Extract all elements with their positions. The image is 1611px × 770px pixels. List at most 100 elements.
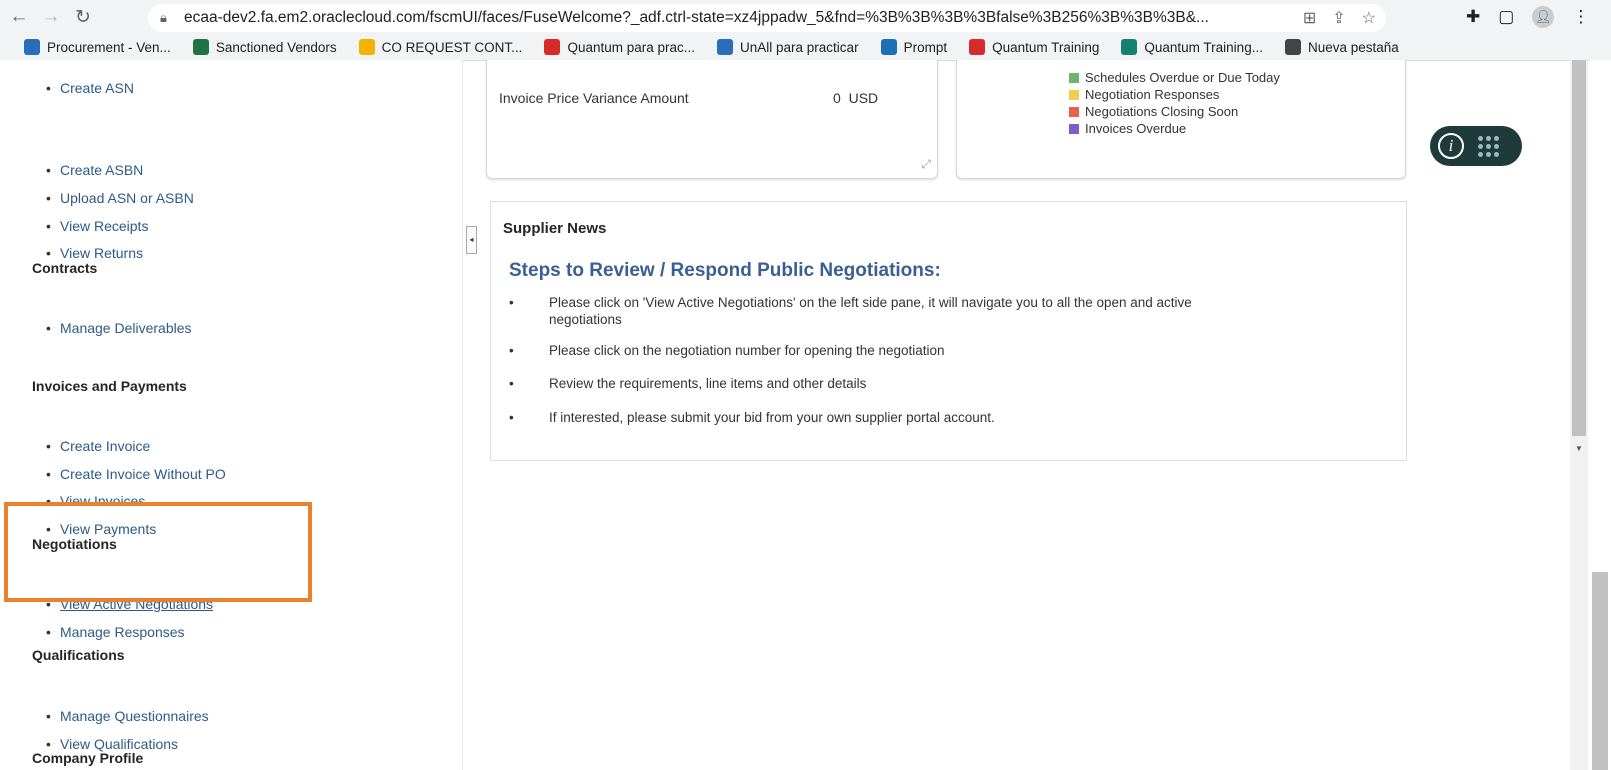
legend-label: Schedules Overdue or Due Today — [1085, 70, 1280, 85]
info-icon[interactable]: i — [1438, 133, 1464, 159]
bookmark-label: Quantum para prac... — [567, 39, 696, 55]
sidebar-section-title: Contracts — [32, 260, 98, 276]
legend-swatch — [1069, 72, 1079, 83]
bookmark-favicon-icon — [544, 39, 561, 55]
bookmark-item[interactable]: Prompt — [880, 39, 948, 55]
translate-icon[interactable]: ⊞ — [1303, 8, 1316, 28]
bookmark-favicon-icon — [358, 39, 375, 55]
sidebar-link[interactable]: Manage Questionnaires — [46, 708, 209, 724]
sidebar-navigation: Create ASN Create ASBN Upload ASN or ASBN V… — [0, 60, 463, 770]
sidebar-link[interactable]: View Returns — [46, 245, 143, 261]
news-item-text: Please click on 'View Active Negotiation… — [549, 295, 1192, 327]
forward-arrow-icon[interactable]: → — [38, 4, 64, 30]
bookmark-favicon-icon — [1121, 39, 1138, 55]
bookmark-favicon-icon — [1284, 39, 1301, 55]
legend-item: Schedules Overdue or Due Today — [1069, 70, 1280, 85]
address-bar[interactable]: 🔒︎ ecaa-dev2.fa.em2.oraclecloud.com/fscm… — [148, 4, 1386, 32]
bookmark-item[interactable]: Quantum para prac... — [544, 39, 695, 55]
legend-label: Negotiation Responses — [1085, 87, 1220, 102]
bookmark-favicon-icon — [969, 39, 986, 55]
bookmark-item[interactable]: Nueva pestaña — [1284, 39, 1399, 55]
legend-label: Negotiations Closing Soon — [1085, 104, 1239, 119]
bullet-icon: • — [509, 295, 514, 310]
apps-grid-icon[interactable] — [1478, 135, 1499, 157]
lock-icon[interactable]: 🔒︎ — [160, 10, 176, 26]
sidebar-link[interactable]: Create ASN — [46, 80, 134, 96]
sidebar-link[interactable]: Manage Responses — [46, 624, 184, 640]
url-text[interactable]: ecaa-dev2.fa.em2.oraclecloud.com/fscmUI/… — [184, 9, 1294, 27]
help-widget[interactable]: i — [1430, 126, 1522, 166]
sidebar-link[interactable]: Upload ASN or ASBN — [46, 190, 194, 206]
bookmark-label: Prompt — [903, 39, 948, 55]
resize-icon[interactable]: ⤢ — [921, 157, 931, 172]
legend-item: Negotiations Closing Soon — [1069, 104, 1238, 119]
reload-icon[interactable]: ↻ — [70, 4, 96, 30]
bookmark-item[interactable]: Quantum Training — [969, 39, 1099, 55]
bullet-icon: • — [509, 343, 514, 358]
news-title: Steps to Review / Respond Public Negotia… — [509, 260, 941, 281]
news-list-item: • Review the requirements, line items and… — [509, 375, 1239, 392]
legend-label: Invoices Overdue — [1085, 121, 1187, 136]
share-icon[interactable]: ⇪ — [1332, 8, 1345, 28]
news-list-item: • Please click on the negotiation number … — [509, 342, 1239, 359]
bookmark-label: Quantum Training — [992, 39, 1100, 55]
status-legend-card: Schedules Overdue or Due Today Negotiatio… — [956, 60, 1406, 179]
browser-chrome: ← → ↻ 🔒︎ ecaa-dev2.fa.em2.oraclecloud.co… — [0, 0, 1611, 61]
bookmark-item[interactable]: Procurement - Ven... — [24, 39, 171, 55]
legend-swatch — [1069, 106, 1079, 117]
bookmark-favicon-icon — [192, 39, 209, 55]
sidebar-link[interactable]: View Receipts — [46, 218, 149, 234]
sidebar-section-title: Company Profile — [32, 750, 144, 766]
bookmark-favicon-icon — [717, 39, 734, 55]
back-arrow-icon[interactable]: ← — [6, 4, 32, 30]
collapse-pane-handle[interactable]: ◂ — [466, 226, 477, 254]
bookmark-item[interactable]: CO REQUEST CONT... — [358, 39, 523, 55]
scroll-down-arrow-icon[interactable]: ▼ — [1575, 444, 1583, 453]
menu-dots-icon[interactable]: ⋮ — [1572, 7, 1589, 27]
invoice-price-variance-value: 0 — [833, 90, 841, 106]
window-scrollbar[interactable] — [1590, 60, 1611, 770]
star-icon[interactable]: ☆ — [1362, 8, 1376, 28]
bookmark-item[interactable]: Sanctioned Vendors — [192, 39, 337, 55]
bookmark-item[interactable]: UnAll para practicar — [717, 39, 859, 55]
legend-item: Invoices Overdue — [1069, 121, 1186, 136]
news-list-item: • If interested, please submit your bid f… — [509, 409, 1239, 426]
bookmark-label: CO REQUEST CONT... — [381, 39, 523, 55]
bookmark-label: Sanctioned Vendors — [215, 39, 337, 55]
news-list-item: • Please click on 'View Active Negotiatio… — [509, 294, 1239, 328]
sidebar-link[interactable]: Create Invoice Without PO — [46, 466, 226, 482]
invoice-summary-card: Invoice Price Variance Amount 0 USD ⤢ — [486, 60, 938, 179]
bullet-icon: • — [509, 410, 514, 425]
negotiations-highlight-box — [4, 502, 312, 602]
bookmark-label: Nueva pestaña — [1307, 39, 1399, 55]
bookmark-favicon-icon — [24, 39, 40, 55]
news-item-text: Review the requirements, line items and … — [549, 376, 867, 391]
news-item-text: If interested, please submit your bid fr… — [549, 410, 995, 425]
news-item-text: Please click on the negotiation number f… — [549, 343, 945, 358]
sidebar-link[interactable]: Create ASBN — [46, 162, 143, 178]
legend-swatch — [1069, 89, 1079, 100]
main-scrollbar[interactable]: ▼ — [1570, 60, 1588, 770]
main-scrollbar-thumb[interactable] — [1572, 60, 1586, 436]
bullet-icon: • — [509, 376, 514, 391]
extensions-icon[interactable]: ✚ — [1466, 7, 1480, 27]
window-scrollbar-thumb[interactable] — [1592, 572, 1608, 770]
sidebar-section-title: Invoices and Payments — [32, 378, 187, 394]
sidebar-link[interactable]: Manage Deliverables — [46, 320, 191, 336]
legend-item: Negotiation Responses — [1069, 87, 1219, 102]
bookmark-label: Procurement - Ven... — [47, 39, 171, 55]
bookmarks-bar: Procurement - Ven... Sanctioned Vendors CO… — [0, 34, 1611, 61]
bookmark-label: Quantum Training... — [1144, 39, 1263, 55]
bookmark-label: UnAll para practicar — [740, 39, 859, 55]
currency-code: USD — [848, 90, 879, 106]
legend-swatch — [1069, 123, 1079, 134]
supplier-news-header: Supplier News — [503, 220, 607, 237]
sidebar-link[interactable]: Create Invoice — [46, 438, 150, 454]
bookmark-favicon-icon — [880, 39, 897, 55]
supplier-news-panel: Supplier News Steps to Review / Respond … — [490, 201, 1407, 461]
sidebar-section-title: Qualifications — [32, 647, 125, 663]
side-panel-icon[interactable]: ▢ — [1498, 7, 1514, 27]
invoice-price-variance-label: Invoice Price Variance Amount — [499, 90, 689, 106]
bookmark-item[interactable]: Quantum Training... — [1121, 39, 1263, 55]
profile-avatar[interactable]: 👤︎ — [1532, 6, 1555, 28]
